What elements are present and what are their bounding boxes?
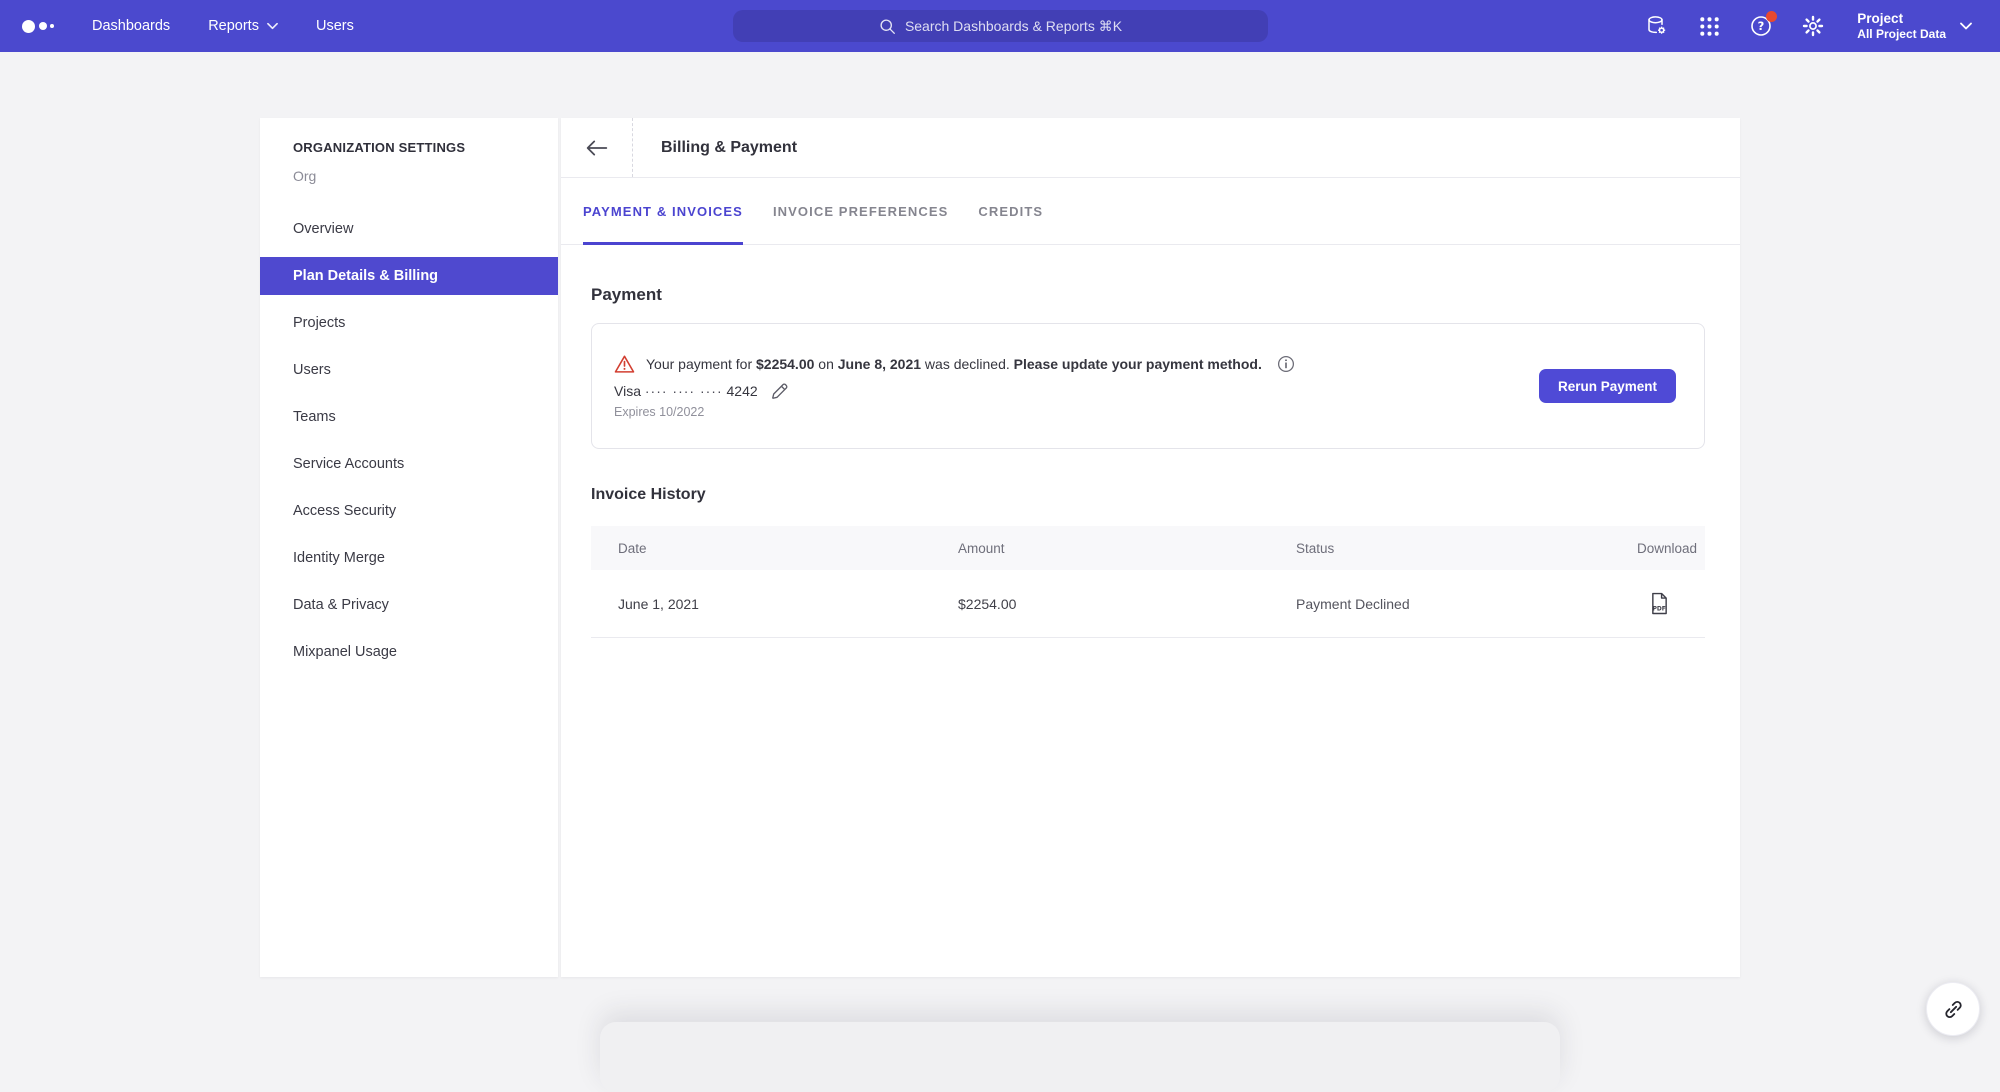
page-title: Billing & Payment <box>633 118 797 177</box>
invoice-table-header: Date Amount Status Download <box>591 526 1705 570</box>
primary-nav: Dashboards Reports Users <box>92 18 354 34</box>
svg-text:PDF: PDF <box>1653 607 1666 613</box>
nav-users[interactable]: Users <box>316 18 354 34</box>
tab-payment-invoices[interactable]: PAYMENT & INVOICES <box>583 178 743 244</box>
search-icon <box>879 18 896 35</box>
sidebar-item-projects[interactable]: Projects <box>260 304 558 342</box>
search-placeholder: Search Dashboards & Reports ⌘K <box>905 18 1122 35</box>
invoice-status: Payment Declined <box>1296 596 1575 612</box>
copy-link-button[interactable] <box>1926 982 1980 1036</box>
download-pdf-icon[interactable]: PDF <box>1650 592 1669 615</box>
svg-text:?: ? <box>1758 19 1765 33</box>
sidebar-item-service-accounts[interactable]: Service Accounts <box>260 445 558 483</box>
payment-card: Your payment for $2254.00 on June 8, 202… <box>591 323 1705 449</box>
sidebar-item-label: Teams <box>293 409 336 425</box>
payment-section-heading: Payment <box>591 285 1705 305</box>
sidebar-item-data-privacy[interactable]: Data & Privacy <box>260 586 558 624</box>
tab-credits[interactable]: CREDITS <box>978 178 1043 244</box>
mixpanel-logo[interactable] <box>22 20 62 33</box>
invoice-table: Date Amount Status Download June 1, 2021… <box>591 526 1705 638</box>
sidebar-item-label: Data & Privacy <box>293 597 389 613</box>
link-icon <box>1942 998 1965 1021</box>
invoice-date: June 1, 2021 <box>618 596 958 612</box>
project-selector-title: Project <box>1857 11 1946 27</box>
sidebar-nav: Overview Plan Details & Billing Projects… <box>260 210 558 671</box>
invoice-row: June 1, 2021 $2254.00 Payment Declined P… <box>591 570 1705 638</box>
sidebar-item-label: Projects <box>293 315 345 331</box>
invoice-amount: $2254.00 <box>958 596 1296 612</box>
data-management-icon[interactable] <box>1645 14 1669 38</box>
sidebar-item-label: Access Security <box>293 503 396 519</box>
chevron-down-icon <box>1960 22 1972 30</box>
sidebar-item-label: Identity Merge <box>293 550 385 566</box>
billing-tabs: PAYMENT & INVOICES INVOICE PREFERENCES C… <box>561 178 1740 245</box>
edit-card-icon[interactable] <box>770 382 789 401</box>
project-selector[interactable]: Project All Project Data <box>1857 11 1972 41</box>
sidebar-item-users[interactable]: Users <box>260 351 558 389</box>
nav-right-actions: ? Project All Project Data <box>1645 0 1972 52</box>
apps-grid-icon[interactable] <box>1697 14 1721 38</box>
column-header-date: Date <box>618 541 958 556</box>
sidebar-heading: ORGANIZATION SETTINGS <box>293 140 538 155</box>
sidebar-item-mixpanel-usage[interactable]: Mixpanel Usage <box>260 633 558 671</box>
tab-invoice-preferences[interactable]: INVOICE PREFERENCES <box>773 178 948 244</box>
column-header-download: Download <box>1575 541 1705 556</box>
nav-dashboards-label: Dashboards <box>92 18 170 34</box>
sidebar-item-plan-details-billing[interactable]: Plan Details & Billing <box>260 257 558 295</box>
help-icon[interactable]: ? <box>1749 14 1773 38</box>
card-expiry: Expires 10/2022 <box>614 405 1295 419</box>
declined-payment-message: Your payment for $2254.00 on June 8, 202… <box>646 356 1262 372</box>
panel-header: Billing & Payment <box>561 118 1740 178</box>
warning-triangle-icon <box>614 354 635 374</box>
project-selector-value: All Project Data <box>1857 27 1946 41</box>
info-icon[interactable] <box>1277 355 1295 373</box>
chevron-down-icon <box>267 22 278 30</box>
logo-dot <box>50 24 54 28</box>
sidebar-item-identity-merge[interactable]: Identity Merge <box>260 539 558 577</box>
logo-dot <box>39 22 47 30</box>
rerun-payment-button[interactable]: Rerun Payment <box>1539 369 1676 403</box>
bottom-sheet-shadow <box>600 1022 1560 1092</box>
sidebar-item-label: Mixpanel Usage <box>293 644 397 660</box>
top-nav: Dashboards Reports Users Search Dashboar… <box>0 0 2000 52</box>
sidebar-item-label: Users <box>293 362 331 378</box>
sidebar-item-label: Service Accounts <box>293 456 404 472</box>
card-number: Visa ···· ···· ···· 4242 <box>614 383 758 399</box>
search-input[interactable]: Search Dashboards & Reports ⌘K <box>733 10 1268 42</box>
sidebar-item-overview[interactable]: Overview <box>260 210 558 248</box>
sidebar-item-label: Overview <box>293 221 353 237</box>
nav-reports[interactable]: Reports <box>208 18 278 34</box>
settings-gear-icon[interactable] <box>1801 14 1825 38</box>
nav-dashboards[interactable]: Dashboards <box>92 18 170 34</box>
org-name: Org <box>293 168 538 184</box>
column-header-amount: Amount <box>958 541 1296 556</box>
billing-payment-panel: Billing & Payment PAYMENT & INVOICES INV… <box>561 118 1740 977</box>
back-arrow-icon <box>586 140 608 156</box>
column-header-status: Status <box>1296 541 1575 556</box>
sidebar-item-label: Plan Details & Billing <box>293 268 438 284</box>
nav-reports-label: Reports <box>208 18 259 34</box>
sidebar-item-teams[interactable]: Teams <box>260 398 558 436</box>
invoice-history-heading: Invoice History <box>591 486 1705 504</box>
sidebar-item-access-security[interactable]: Access Security <box>260 492 558 530</box>
org-settings-sidebar: ORGANIZATION SETTINGS Org Overview Plan … <box>260 118 558 977</box>
logo-dot <box>22 20 35 33</box>
nav-users-label: Users <box>316 18 354 34</box>
back-button[interactable] <box>561 118 633 177</box>
notification-badge <box>1766 11 1777 22</box>
